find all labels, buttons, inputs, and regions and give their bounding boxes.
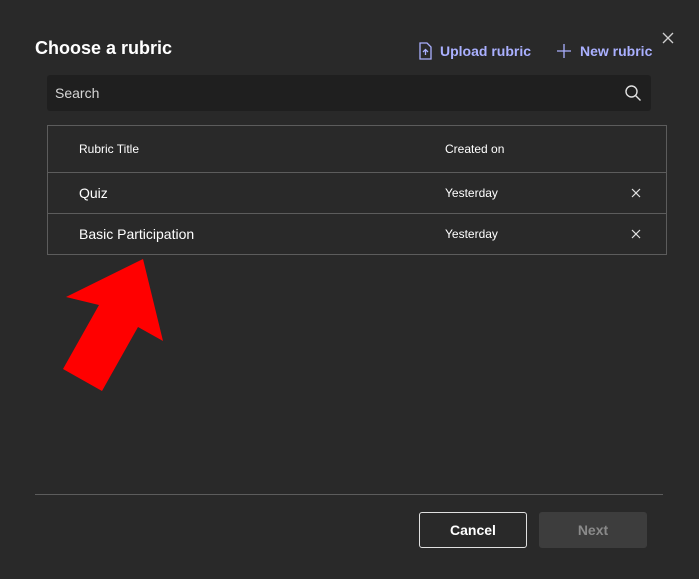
upload-rubric-button[interactable]: Upload rubric <box>418 40 531 62</box>
search-icon[interactable] <box>624 84 642 102</box>
table-header-row: Rubric Title Created on <box>48 126 666 173</box>
rubric-title-cell: Basic Participation <box>79 226 195 242</box>
table-row[interactable]: Basic Participation Yesterday <box>48 214 666 254</box>
table-row[interactable]: Quiz Yesterday <box>48 173 666 214</box>
rubric-title-cell: Quiz <box>79 185 108 201</box>
plus-icon <box>557 44 571 58</box>
upload-rubric-label: Upload rubric <box>440 43 532 59</box>
annotation-arrow-icon <box>63 259 163 391</box>
choose-rubric-dialog: Choose a rubric Upload rubric New rubric… <box>0 0 699 579</box>
new-rubric-label: New rubric <box>580 43 653 59</box>
dialog-title: Choose a rubric <box>35 38 173 58</box>
new-rubric-button[interactable]: New rubric <box>556 40 652 62</box>
rubric-table: Rubric Title Created on Quiz Yesterday B… <box>47 125 667 255</box>
close-button[interactable] <box>659 29 677 47</box>
upload-file-icon <box>419 42 432 60</box>
column-header-title: Rubric Title <box>79 142 140 156</box>
created-on-cell: Yesterday <box>445 227 498 241</box>
column-header-created: Created on <box>445 142 505 156</box>
created-on-cell: Yesterday <box>445 186 498 200</box>
close-icon <box>662 32 674 44</box>
remove-x-icon[interactable] <box>631 188 641 198</box>
remove-x-icon[interactable] <box>631 229 641 239</box>
search-input[interactable] <box>47 75 607 111</box>
next-button: Next <box>539 512 647 548</box>
cancel-button[interactable]: Cancel <box>419 512 527 548</box>
footer-divider <box>35 494 663 495</box>
search-box <box>47 75 651 111</box>
